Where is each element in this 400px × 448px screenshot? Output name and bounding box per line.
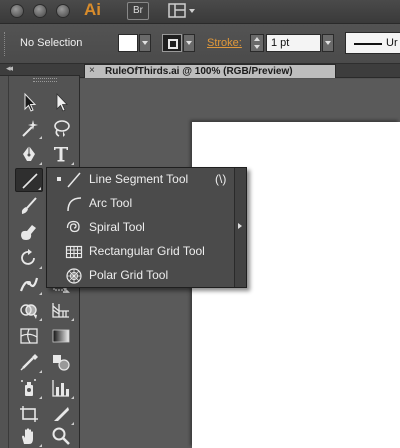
flyout-item-label: Line Segment Tool [89,172,189,186]
polar-grid-icon [66,268,82,284]
stroke-weight-dropdown[interactable] [322,34,334,52]
stroke-color-swatch[interactable] [162,34,182,52]
flyout-item-label: Spiral Tool [89,220,145,234]
spiral-icon [66,220,80,233]
symbol-sprayer-tool[interactable] [15,376,43,400]
blend-tool[interactable] [47,350,75,374]
shape-builder-tool[interactable] [15,298,43,322]
line-tools-flyout: Line Segment Tool (\) Arc Tool Spiral To… [46,167,247,288]
lasso-icon [54,120,70,137]
arc-icon [67,197,82,212]
eyedropper-icon [20,354,38,371]
stroke-weight-field[interactable]: 1 pt [266,34,321,52]
minimize-button[interactable] [33,4,47,18]
perspective-grid-icon [52,303,69,318]
zoom-tool[interactable] [47,424,75,448]
blob-brush-tool[interactable] [15,220,43,244]
flyout-item-arc[interactable]: Arc Tool [47,192,233,216]
grid-layout-icon [168,3,195,18]
perspective-grid-tool[interactable] [47,298,75,322]
profile-label: Ur [386,37,398,49]
magic-wand-icon [22,120,38,137]
line-segment-tool[interactable] [15,168,43,192]
hand-tool[interactable] [15,424,43,448]
blob-brush-icon [21,225,36,240]
blend-icon [53,355,70,371]
flyout-item-label: Polar Grid Tool [89,268,169,282]
line-segment-icon [67,172,81,188]
tearoff-arrow-icon [238,223,242,229]
app-logo: Ai [84,0,101,19]
pen-nib-icon [23,146,35,161]
bridge-button[interactable]: Br [127,2,149,20]
selection-arrow-icon [24,92,37,112]
magnifier-icon [52,427,70,445]
tools-panel-header[interactable]: ◂◂ [0,63,80,76]
workspace-switcher-button[interactable] [168,3,198,19]
width-icon [19,277,39,292]
type-t-icon [54,147,68,162]
flyout-item-polar-grid[interactable]: Polar Grid Tool [47,264,233,288]
pen-tool[interactable] [15,142,43,166]
column-graph-icon [52,380,69,397]
zoom-button[interactable] [56,4,70,18]
close-tab-icon[interactable]: × [89,65,95,77]
title-bar: Ai Br [0,0,400,24]
column-graph-tool[interactable] [47,376,75,400]
mesh-tool[interactable] [15,324,43,348]
uniform-line-icon [354,43,382,45]
paintbrush-tool[interactable] [15,194,43,218]
fill-color-swatch[interactable] [118,34,138,52]
rotate-icon [21,249,35,265]
rectangular-grid-icon [65,245,83,259]
flyout-item-label: Rectangular Grid Tool [89,244,205,258]
magic-wand-tool[interactable] [15,116,43,140]
stroke-dropdown-button[interactable] [183,34,195,52]
slice-knife-icon [54,407,69,421]
artboard-tool[interactable] [15,402,43,426]
gradient-icon [52,329,70,343]
stepper-down-icon[interactable] [254,45,260,49]
tearoff-button[interactable] [234,168,246,287]
selected-indicator [57,177,61,181]
stroke-weight-stepper[interactable] [250,34,264,52]
selection-status: No Selection [20,37,83,49]
selection-tool[interactable] [15,90,43,114]
collapse-panel-icon[interactable]: ◂◂ [6,63,13,74]
variable-width-profile-select[interactable]: Ur [345,32,400,54]
document-tab[interactable]: × RuleOfThirds.ai @ 100% (RGB/Preview) [84,64,336,78]
eyedropper-tool[interactable] [15,350,43,374]
lasso-tool[interactable] [47,116,75,140]
type-tool[interactable] [47,142,75,166]
tools-panel-grip[interactable] [33,78,57,82]
stroke-panel-link[interactable]: Stroke: [207,37,242,49]
mesh-icon [20,328,38,344]
stepper-up-icon[interactable] [254,37,260,41]
symbol-sprayer-icon [21,379,36,396]
direct-selection-arrow-icon [56,93,68,112]
control-bar-grip[interactable] [4,32,7,56]
close-button[interactable] [10,4,24,18]
flyout-item-rectangular-grid[interactable]: Rectangular Grid Tool [47,240,233,264]
document-title: RuleOfThirds.ai @ 100% (RGB/Preview) [105,66,293,77]
illustrator-window: Ai Br No Selection Stroke: 1 pt Ur × Rul… [0,0,400,448]
control-bar: No Selection Stroke: 1 pt Ur [0,24,400,64]
gradient-tool[interactable] [47,324,75,348]
flyout-item-label: Arc Tool [89,196,133,210]
flyout-item-shortcut: (\) [215,172,227,186]
paintbrush-icon [21,197,37,214]
rotate-tool[interactable] [15,246,43,270]
flyout-item-line-segment[interactable]: Line Segment Tool (\) [47,168,233,192]
hand-icon [22,428,33,444]
shape-builder-icon [20,304,37,319]
flyout-item-spiral[interactable]: Spiral Tool [47,216,233,240]
artboard-icon [20,406,38,422]
fill-dropdown-button[interactable] [139,34,151,52]
direct-selection-tool[interactable] [47,90,75,114]
slice-tool[interactable] [47,402,75,426]
width-tool[interactable] [15,272,43,296]
